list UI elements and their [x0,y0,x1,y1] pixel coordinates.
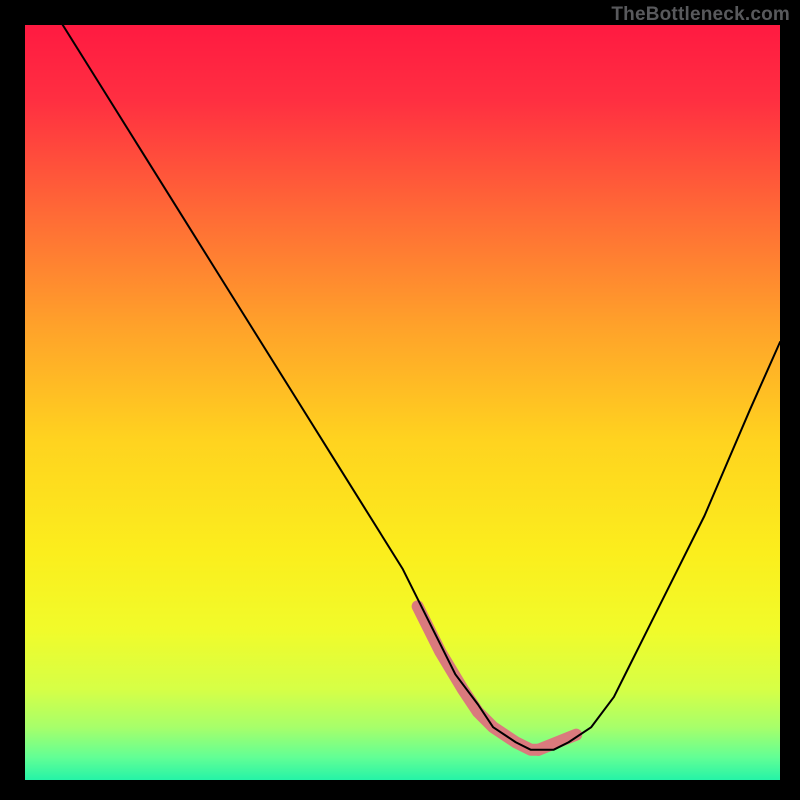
chart-stage: TheBottleneck.com [0,0,800,800]
main-curve [25,25,780,750]
plot-area [25,25,780,780]
watermark-text: TheBottleneck.com [611,4,790,26]
highlight-segment-1 [418,606,539,749]
highlight-group [418,606,577,749]
curve-layer [25,25,780,780]
